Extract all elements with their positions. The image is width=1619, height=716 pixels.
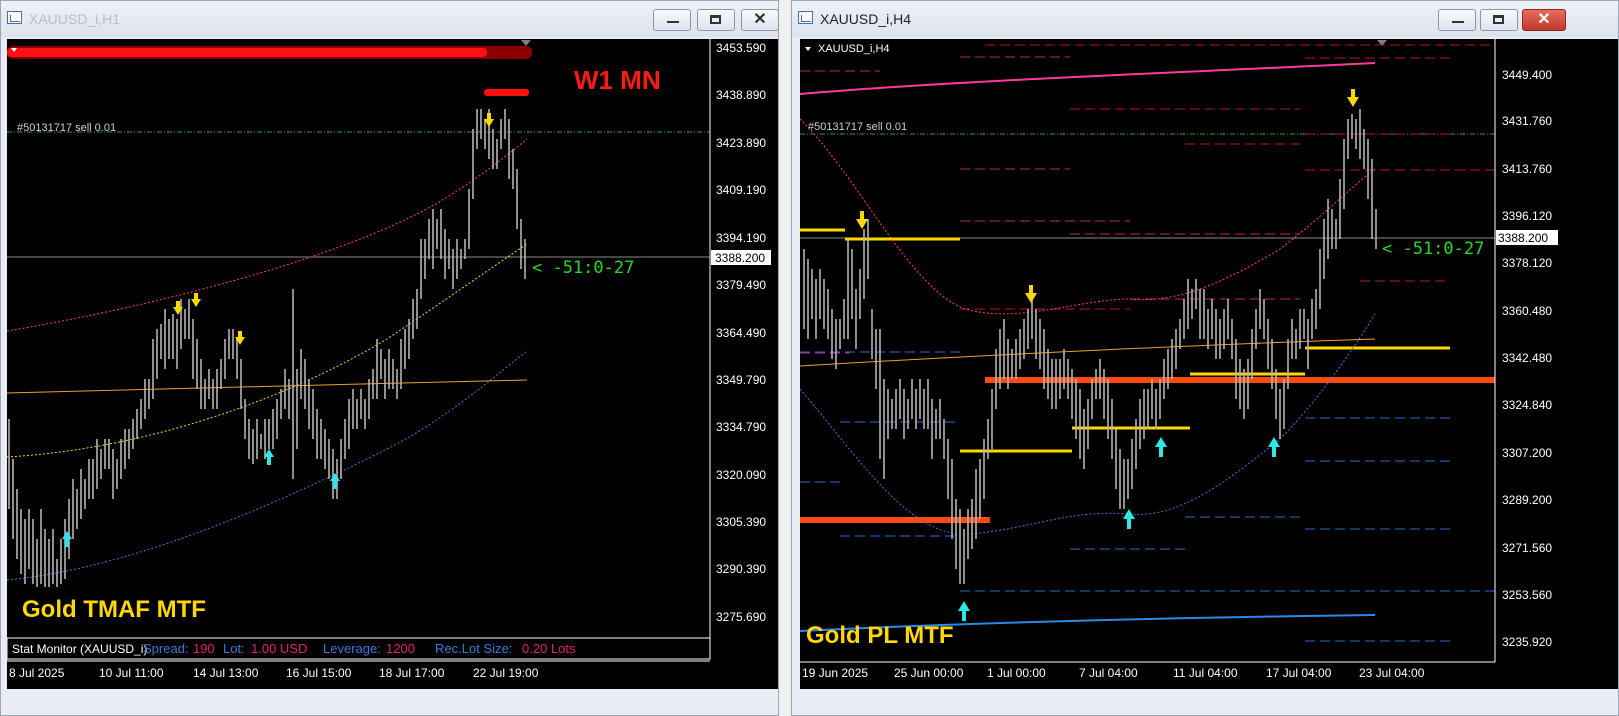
svg-text:3334.790: 3334.790 <box>716 420 766 434</box>
svg-text:25 Jun 00:00: 25 Jun 00:00 <box>894 666 964 680</box>
svg-text:7 Jul 04:00: 7 Jul 04:00 <box>1079 666 1138 680</box>
svg-text:10 Jul 11:00: 10 Jul 11:00 <box>99 666 164 680</box>
close-icon[interactable]: ✕ <box>741 9 779 31</box>
time-scale-h4: 19 Jun 2025 25 Jun 00:00 1 Jul 00:00 7 J… <box>802 666 1425 680</box>
price-scale-h4: 3449.400 3431.760 3413.760 3396.120 3378… <box>1502 68 1552 649</box>
rec-lot-value: 0.20 Lots <box>522 641 576 656</box>
lot-label: Lot: <box>223 641 245 656</box>
svg-text:18 Jul 17:00: 18 Jul 17:00 <box>379 666 445 680</box>
svg-text:3438.890: 3438.890 <box>716 88 766 102</box>
rec-lot-label: Rec.Lot Size: <box>435 641 512 656</box>
time-scale-h1: 8 Jul 2025 10 Jul 11:00 14 Jul 13:00 16 … <box>9 666 539 680</box>
spread-label: Spread: <box>143 641 189 656</box>
svg-text:3396.120: 3396.120 <box>1502 209 1552 223</box>
order-label: #50131717 sell 0.01 <box>808 121 907 133</box>
chart-window-icon <box>798 11 813 24</box>
svg-text:8 Jul 2025: 8 Jul 2025 <box>9 666 65 680</box>
indicator-name: Gold PL MTF <box>806 622 954 649</box>
close-icon[interactable]: ✕ <box>1522 9 1566 31</box>
spread-value: 190 <box>193 641 215 656</box>
svg-text:3235.920: 3235.920 <box>1502 635 1552 649</box>
svg-text:3324.840: 3324.840 <box>1502 398 1552 412</box>
major-level-lower <box>800 517 990 523</box>
chart-window-h1[interactable]: XAUUSD_i,H1 ✕ #50131717 sell 0.01 W1 MN <box>0 0 779 716</box>
chart-canvas-h1[interactable]: #50131717 sell 0.01 W1 MN < -51:0-27 Gol… <box>7 39 778 689</box>
indicator-name: Gold TMAF MTF <box>22 596 206 623</box>
svg-text:3431.760: 3431.760 <box>1502 114 1552 128</box>
distance-label: < -51:0-27 <box>532 258 634 278</box>
window-title-h4: XAUUSD_i,H4 <box>820 11 912 27</box>
svg-text:11 Jul 04:00: 11 Jul 04:00 <box>1173 666 1238 680</box>
svg-text:3394.190: 3394.190 <box>716 231 766 245</box>
svg-text:16 Jul 15:00: 16 Jul 15:00 <box>286 666 352 680</box>
svg-text:3360.480: 3360.480 <box>1502 304 1552 318</box>
svg-text:3364.490: 3364.490 <box>716 326 766 340</box>
svg-text:3275.690: 3275.690 <box>716 610 766 624</box>
chart-window-h4[interactable]: XAUUSD_i,H4 ✕ XAUUSD_i,H4 #50131717 sell… <box>791 0 1619 716</box>
chart-canvas-h4[interactable]: XAUUSD_i,H4 #50131717 sell 0.01 < -51:0-… <box>800 39 1618 689</box>
chart-area-h1[interactable]: #50131717 sell 0.01 W1 MN < -51:0-27 Gol… <box>7 39 778 689</box>
svg-text:3289.200: 3289.200 <box>1502 493 1552 507</box>
symbol-label: XAUUSD_i,H4 <box>818 43 890 55</box>
maximize-icon[interactable] <box>697 9 735 31</box>
minimize-icon[interactable] <box>1438 9 1476 31</box>
current-price-value: 3388.200 <box>1498 231 1548 245</box>
order-label: #50131717 sell 0.01 <box>17 122 116 134</box>
svg-text:3349.790: 3349.790 <box>716 373 766 387</box>
svg-text:3271.560: 3271.560 <box>1502 541 1552 555</box>
svg-text:3305.390: 3305.390 <box>716 515 766 529</box>
stat-monitor-label: Stat Monitor (XAUUSD_i) <box>12 642 147 656</box>
svg-text:3253.560: 3253.560 <box>1502 588 1552 602</box>
svg-text:3307.200: 3307.200 <box>1502 446 1552 460</box>
timeframe-label: W1 MN <box>574 65 661 95</box>
svg-text:3379.490: 3379.490 <box>716 278 766 292</box>
chart-area-h4[interactable]: XAUUSD_i,H4 #50131717 sell 0.01 < -51:0-… <box>800 39 1618 689</box>
price-scale-h1: 3453.590 3438.890 3423.890 3409.190 3394… <box>716 41 766 624</box>
svg-text:3290.390: 3290.390 <box>716 562 766 576</box>
title-bar-h1[interactable]: XAUUSD_i,H1 ✕ <box>1 1 779 37</box>
svg-text:19 Jun 2025: 19 Jun 2025 <box>802 666 868 680</box>
svg-text:14 Jul 13:00: 14 Jul 13:00 <box>193 666 259 680</box>
svg-text:17 Jul 04:00: 17 Jul 04:00 <box>1266 666 1332 680</box>
svg-text:3453.590: 3453.590 <box>716 41 766 55</box>
chart-window-icon <box>7 11 22 24</box>
svg-text:3378.120: 3378.120 <box>1502 256 1552 270</box>
svg-text:3449.400: 3449.400 <box>1502 68 1552 82</box>
distance-label: < -51:0-27 <box>1382 239 1484 259</box>
svg-text:3409.190: 3409.190 <box>716 183 766 197</box>
lot-value: 1.00 USD <box>251 641 307 656</box>
svg-text:1 Jul 00:00: 1 Jul 00:00 <box>987 666 1046 680</box>
svg-text:3342.480: 3342.480 <box>1502 351 1552 365</box>
svg-text:3423.890: 3423.890 <box>716 136 766 150</box>
maximize-icon[interactable] <box>1480 9 1518 31</box>
leverage-label: Leverage: <box>323 641 381 656</box>
resistance-dash <box>484 89 529 96</box>
svg-text:23 Jul 04:00: 23 Jul 04:00 <box>1359 666 1425 680</box>
svg-text:22 Jul 19:00: 22 Jul 19:00 <box>473 666 539 680</box>
minimize-icon[interactable] <box>653 9 691 31</box>
title-bar-h4[interactable]: XAUUSD_i,H4 ✕ <box>792 1 1618 37</box>
leverage-value: 1200 <box>386 641 415 656</box>
window-title-h1: XAUUSD_i,H1 <box>29 11 121 27</box>
current-price-value: 3388.200 <box>715 251 765 265</box>
svg-text:3320.090: 3320.090 <box>716 468 766 482</box>
svg-text:3413.760: 3413.760 <box>1502 162 1552 176</box>
trend-bar <box>7 48 487 57</box>
